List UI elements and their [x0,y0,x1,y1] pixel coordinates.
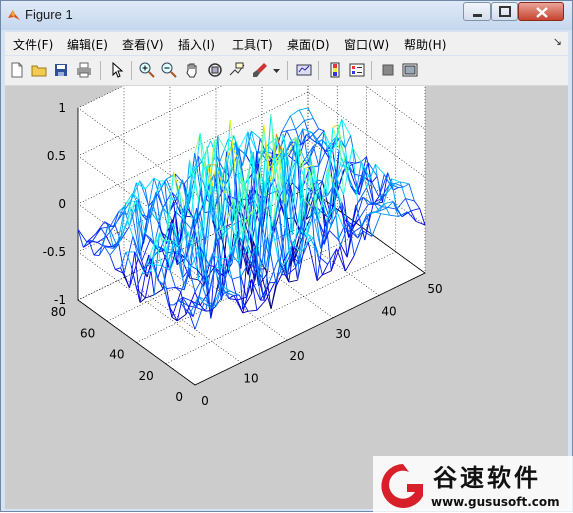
x-tick-label: 30 [335,327,350,341]
zoom-out-icon[interactable] [160,61,178,79]
menu-desktop[interactable]: 桌面(D) [287,36,330,53]
brush-icon[interactable] [251,61,269,79]
open-folder-icon[interactable] [30,61,48,79]
minimize-icon [464,3,492,22]
figure-toolbar [5,56,568,86]
brush-dropdown-icon[interactable] [272,61,281,79]
show-plot-tools-icon[interactable] [401,61,419,79]
x-tick-label: 10 [243,372,258,386]
z-tick-label: 0.5 [47,149,66,163]
insert-colorbar-icon[interactable] [326,61,344,79]
x-tick-label: 20 [289,349,304,363]
menu-bar: 文件(F) 编辑(E) 查看(V) 插入(I) 工具(T) 桌面(D) 窗口(W… [5,32,568,55]
mesh-line [218,258,227,259]
z-tick-label: 0 [58,197,66,211]
figure-canvas[interactable]: 01020304050020406080-1-0.500.51x 10-3 [5,86,568,509]
close-icon [519,3,565,22]
y-tick-label: 80 [51,305,66,319]
menu-file[interactable]: 文件(F) [13,36,53,53]
x-tick-label: 50 [427,282,442,296]
new-file-icon[interactable] [8,61,26,79]
mesh-line [206,311,211,312]
maximize-icon [492,3,519,22]
pointer-icon[interactable] [108,61,126,79]
menu-dock-arrow-icon[interactable]: ↘ [553,35,562,48]
close-button[interactable] [518,2,564,21]
y-tick-label: 60 [80,326,95,340]
menu-window[interactable]: 窗口(W) [344,36,389,53]
y-tick-label: 40 [109,348,124,362]
save-icon[interactable] [52,61,70,79]
title-bar[interactable]: Figure 1 [1,1,572,30]
print-icon[interactable] [75,61,93,79]
menu-insert[interactable]: 插入(I) [178,36,215,53]
z-tick-label: 1 [58,101,66,115]
menu-view[interactable]: 查看(V) [122,36,164,53]
menu-help[interactable]: 帮助(H) [404,36,446,53]
toolbar-separator [371,61,372,80]
menu-edit[interactable]: 编辑(E) [67,36,108,53]
watermark-name: 谷速软件 [433,458,541,493]
matlab-logo-icon [7,8,21,22]
figure-window: Figure 1 文件(F) 编辑(E) 查看(V) 插入(I) 工具(T) 桌… [0,0,573,512]
hide-plot-tools-icon[interactable] [379,61,397,79]
rotate-3d-icon[interactable] [206,61,224,79]
y-tick-label: 20 [138,369,153,383]
maximize-button[interactable] [491,2,518,21]
data-cursor-icon[interactable] [228,61,246,79]
menu-tools[interactable]: 工具(T) [232,36,273,53]
toolbar-separator [318,61,319,80]
zoom-in-icon[interactable] [138,61,156,79]
y-tick-label: 0 [175,390,183,404]
z-tick-label: -1 [54,293,66,307]
z-tick-label: -0.5 [43,245,66,259]
x-tick-label: 0 [201,394,209,408]
link-plot-icon[interactable] [295,61,313,79]
insert-legend-icon[interactable] [348,61,366,79]
window-title: Figure 1 [25,7,73,22]
mesh-plot-axes[interactable]: 01020304050020406080-1-0.500.51x 10-3 [5,86,568,509]
mesh-line [186,216,191,217]
minimize-button[interactable] [463,2,491,21]
pan-hand-icon[interactable] [183,61,201,79]
toolbar-separator [287,61,288,80]
toolbar-separator [100,61,101,80]
x-tick-label: 40 [381,304,396,318]
watermark-url: www.gususoft.com [431,495,560,509]
toolbar-separator [131,61,132,80]
